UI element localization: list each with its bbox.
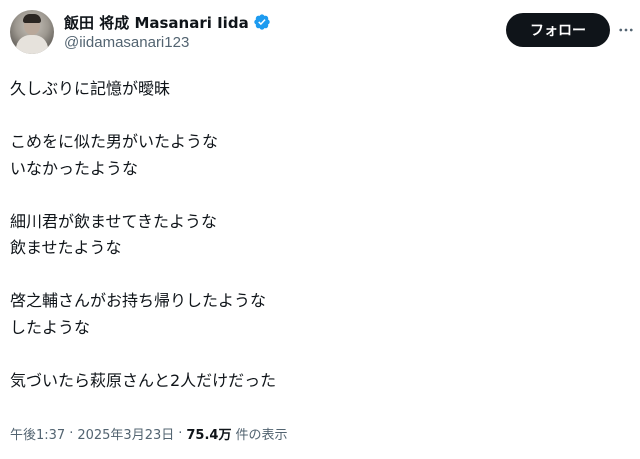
verified-badge-icon[interactable]: [253, 13, 271, 31]
tweet-text: 久しぶりに記憶が曖昧 こめをに似た男がいたような いなかったような 細川君が飲ま…: [10, 76, 620, 394]
avatar[interactable]: [10, 10, 54, 54]
more-options-icon[interactable]: [616, 18, 636, 42]
tweet-line: いなかったような: [10, 158, 139, 178]
tweet-line: 飲ませたような: [10, 238, 122, 257]
author-display-name[interactable]: 飯田 将成 Masanari Iida: [64, 12, 249, 33]
avatar-body-shape: [16, 35, 48, 54]
tweet-line: こめをに似た男がいたような: [10, 132, 219, 151]
tweet-line: 細川君が飲ませてきたような: [10, 211, 218, 231]
tweet-card: 飯田 将成 Masanari Iida @iidamasanari123 フォロ…: [0, 0, 640, 459]
tweet-time[interactable]: 午後1:37: [10, 424, 65, 443]
meta-separator: ·: [178, 426, 183, 441]
follow-button[interactable]: フォロー: [506, 13, 610, 47]
tweet-line: したような: [10, 317, 91, 337]
tweet-line: 気づいたら萩原さんと2人だけだった: [10, 370, 277, 390]
meta-separator: ·: [69, 426, 74, 441]
display-name-row: 飯田 将成 Masanari Iida: [64, 12, 271, 32]
views-label[interactable]: 件の表示: [235, 424, 287, 443]
tweet-meta: 午後1:37 · 2025年3月23日 · 75.4万 件の表示: [10, 424, 287, 443]
avatar-hair-shape: [23, 14, 41, 23]
tweet-line: 啓之輔さんがお持ち帰りしたような: [10, 291, 267, 310]
views-count[interactable]: 75.4万: [186, 424, 231, 443]
tweet-line: 久しぶりに記憶が曖昧: [10, 79, 171, 98]
tweet-header: 飯田 将成 Masanari Iida @iidamasanari123 フォロ…: [10, 10, 633, 58]
tweet-date[interactable]: 2025年3月23日: [77, 424, 174, 443]
author-names: 飯田 将成 Masanari Iida @iidamasanari123: [64, 12, 271, 51]
author-handle[interactable]: @iidamasanari123: [64, 34, 271, 51]
